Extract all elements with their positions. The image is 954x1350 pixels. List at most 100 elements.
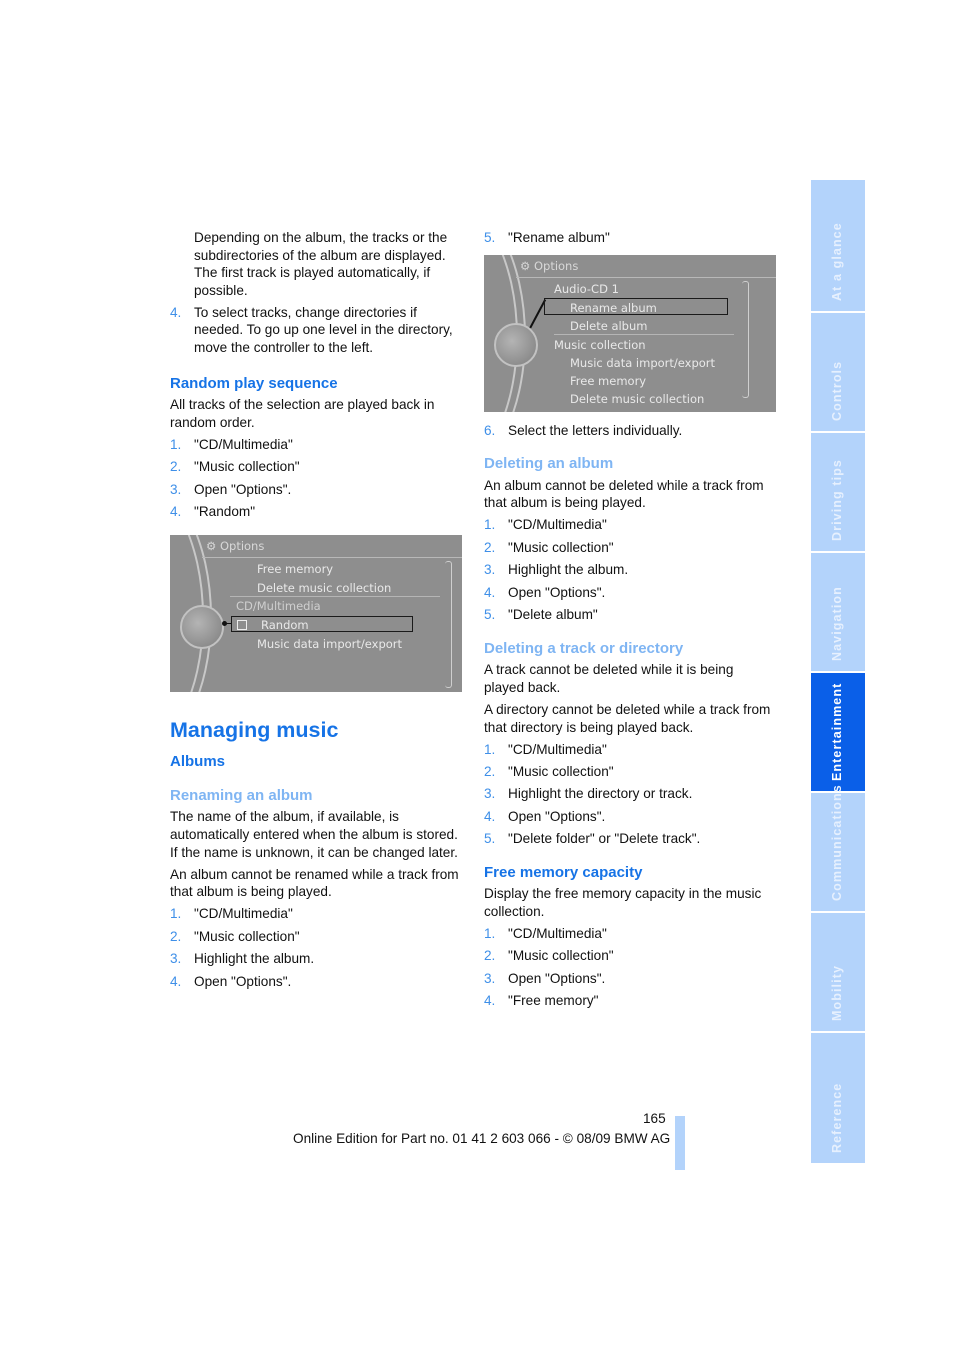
random-play-description: All tracks of the selection are played b…: [170, 397, 435, 430]
step-number: 1.: [170, 906, 182, 922]
screen-menu-item: Music data import/export: [570, 355, 716, 370]
step-number: 5.: [484, 230, 496, 245]
list-item: 2. "Music collection": [170, 928, 462, 946]
list-item: 1. "CD/Multimedia": [170, 436, 462, 454]
step-number: 4.: [484, 993, 496, 1009]
screen-menu-item-selected: Random: [237, 617, 309, 635]
screen-menu-item: Delete album: [570, 318, 648, 333]
tab-controls[interactable]: Controls: [811, 313, 865, 431]
screen-header-label: Options: [533, 258, 579, 273]
deleting-album-heading: Deleting an album: [484, 455, 614, 473]
tab-label: Controls: [830, 360, 844, 421]
tab-label: Entertainment: [830, 682, 844, 781]
step-number: 3.: [484, 562, 496, 578]
step-text: "Music collection": [508, 539, 614, 555]
renaming-heading: Renaming an album: [170, 786, 313, 804]
tab-reference[interactable]: Reference: [811, 1033, 865, 1163]
step-number: 4.: [484, 808, 496, 824]
step-text: "Free memory": [508, 993, 599, 1009]
screen-menu-section: Music collection: [554, 337, 646, 352]
list-item: 3. Open "Options".: [170, 481, 462, 499]
screen-header-label: Options: [219, 538, 265, 553]
step-number: 2.: [170, 928, 182, 944]
header-divider: [202, 556, 462, 558]
list-item: 5. "Delete album": [484, 606, 776, 624]
idrive-screenshot-random: ⚙ Options Free memory Delete music colle…: [170, 534, 462, 692]
list-item: 6. Select the letters individually.: [484, 422, 776, 440]
tab-label: Reference: [830, 1082, 844, 1153]
renaming-paragraph: The name of the album, if available, is …: [170, 809, 458, 860]
step-text: "Music collection": [508, 763, 614, 779]
list-item: 1. "CD/Multimedia": [484, 925, 776, 943]
step-number: 3.: [484, 970, 496, 986]
step-number: 4.: [484, 584, 496, 600]
screen-menu-item: Delete music collection: [570, 391, 705, 406]
screen-divider: [554, 333, 734, 335]
step-text: "CD/Multimedia": [508, 741, 607, 757]
screen-divider: [230, 595, 440, 597]
controller-knob-icon: [180, 604, 224, 649]
list-item: 1. "CD/Multimedia": [484, 741, 776, 759]
step-text: "Rename album": [508, 230, 610, 245]
list-item: 3. Highlight the album.: [170, 950, 462, 968]
rename-step-6: 6. Select the letters individually.: [484, 422, 776, 440]
deleting-album-description: An album cannot be deleted while a track…: [484, 477, 764, 511]
step-number: 4.: [170, 973, 182, 989]
step-text: "CD/Multimedia": [194, 436, 293, 452]
controller-knob-icon: [494, 322, 538, 367]
step-text: "Music collection": [194, 928, 300, 944]
page-number: 165: [643, 1111, 666, 1126]
screen-menu-item: Free memory: [570, 373, 647, 388]
tab-navigation[interactable]: Navigation: [811, 553, 865, 671]
step-text: Open "Options".: [508, 970, 606, 986]
options-icon: ⚙: [206, 538, 217, 553]
step-number: 2.: [170, 459, 182, 475]
step-number: 2.: [484, 539, 496, 555]
step-number: 3.: [170, 951, 182, 967]
screen-menu-item-selected: Rename album: [570, 300, 657, 315]
left-column: Depending on the album, the tracks or th…: [170, 229, 462, 995]
step-number: 5.: [484, 607, 496, 623]
step-number: 3.: [170, 481, 182, 497]
step-number: 2.: [484, 763, 496, 779]
list-item: 3. Open "Options".: [484, 970, 776, 988]
random-play-heading: Random play sequence: [170, 374, 338, 392]
deleting-track-paragraph: A directory cannot be deleted while a tr…: [484, 701, 771, 735]
options-icon: ⚙: [520, 258, 531, 273]
list-item: 3. Highlight the directory or track.: [484, 785, 776, 803]
screen-menu-section: CD/Multimedia: [236, 598, 321, 613]
screen-header: ⚙ Options: [520, 258, 578, 276]
step-text: Highlight the directory or track.: [508, 786, 693, 802]
tab-label: At a glance: [830, 222, 844, 301]
tab-communications[interactable]: Communications: [811, 784, 865, 911]
step-number: 1.: [484, 517, 496, 533]
tab-driving-tips[interactable]: Driving tips: [811, 433, 865, 551]
step-number: 1.: [484, 741, 496, 757]
screen-scrollbar: [445, 560, 452, 688]
step-text: Open "Options".: [508, 808, 606, 824]
chapter-tabs: At a glance Controls Driving tips Naviga…: [811, 180, 865, 1165]
step-text: "CD/Multimedia": [508, 926, 607, 942]
tab-mobility[interactable]: Mobility: [811, 913, 865, 1031]
tab-at-a-glance[interactable]: At a glance: [811, 180, 865, 311]
step-text: Open "Options".: [194, 973, 292, 989]
step-text: "Music collection": [508, 948, 614, 964]
list-item: 3. Highlight the album.: [484, 561, 776, 579]
list-item: 4. "Random": [170, 503, 462, 521]
tab-label: Driving tips: [830, 459, 844, 541]
right-column: 5. "Rename album" ⚙ Options Audio-CD 1 Re…: [484, 229, 776, 1015]
section-title: Managing music: [170, 717, 339, 742]
list-item: 2. "Music collection": [170, 458, 462, 476]
step-text: "CD/Multimedia": [194, 906, 293, 922]
step-text: Highlight the album.: [508, 562, 629, 578]
screen-menu-item: Delete music collection: [257, 580, 392, 595]
step-number: 6.: [484, 422, 496, 438]
renaming-paragraph: An album cannot be renamed while a track…: [170, 866, 459, 900]
tab-entertainment[interactable]: Entertainment: [811, 673, 865, 791]
deleting-album-steps: 1. "CD/Multimedia" 2. "Music collection" 3…: [484, 516, 776, 623]
step-text: Open "Options".: [194, 481, 292, 497]
subsection-title: Albums: [170, 753, 226, 771]
list-item: 5. "Rename album": [484, 229, 776, 247]
step-number: 3.: [484, 786, 496, 802]
edition-footer: Online Edition for Part no. 01 41 2 603 …: [293, 1131, 671, 1146]
